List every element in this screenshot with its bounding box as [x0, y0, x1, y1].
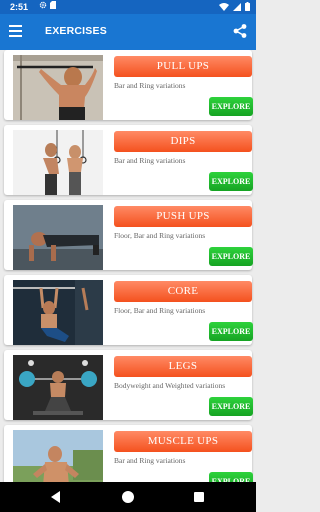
exercise-subtitle: Bodyweight and Weighted variations	[114, 381, 226, 390]
muscle-ups-image	[13, 430, 103, 482]
exercise-subtitle: Bar and Ring variations	[114, 456, 186, 465]
push-ups-image	[13, 205, 103, 270]
exercise-title: LEGS	[114, 356, 252, 377]
pull-ups-image	[13, 55, 103, 120]
explore-button[interactable]: EXPLORE	[209, 172, 253, 191]
exercise-card-core[interactable]: CORE Floor, Bar and Ring variations EXPL…	[4, 275, 253, 345]
explore-button[interactable]: EXPLORE	[209, 247, 253, 266]
exercise-card-legs[interactable]: LEGS Bodyweight and Weighted variations …	[4, 350, 253, 420]
signal-icon	[233, 2, 241, 11]
status-bar: 2:51	[0, 0, 256, 14]
exercise-card-muscle-ups[interactable]: MUSCLE UPS Bar and Ring variations EXPLO…	[4, 425, 253, 482]
app-bar: EXERCISES	[0, 14, 256, 50]
exercise-card-dips[interactable]: DIPS Bar and Ring variations EXPLORE	[4, 125, 253, 195]
system-nav-bar	[0, 482, 256, 512]
dips-image	[13, 130, 103, 195]
back-icon[interactable]	[51, 491, 60, 503]
exercise-title: DIPS	[114, 131, 252, 152]
exercise-subtitle: Floor, Bar and Ring variations	[114, 306, 206, 315]
recents-icon[interactable]	[194, 492, 204, 502]
exercise-card-push-ups[interactable]: PUSH UPS Floor, Bar and Ring variations …	[4, 200, 253, 270]
sim-card-icon	[50, 1, 56, 9]
page-title: EXERCISES	[45, 25, 107, 37]
wifi-icon	[219, 2, 229, 11]
exercise-title: PUSH UPS	[114, 206, 252, 227]
exercise-title: MUSCLE UPS	[114, 431, 252, 452]
exercise-title: CORE	[114, 281, 252, 302]
home-icon[interactable]	[122, 491, 134, 503]
exercise-subtitle: Bar and Ring variations	[114, 156, 186, 165]
explore-button[interactable]: EXPLORE	[209, 322, 253, 341]
share-icon[interactable]	[232, 23, 248, 39]
battery-icon	[245, 2, 250, 11]
settings-icon	[39, 1, 47, 9]
exercise-subtitle: Floor, Bar and Ring variations	[114, 231, 206, 240]
core-image	[13, 280, 103, 345]
exercise-title: PULL UPS	[114, 56, 252, 77]
exercise-list[interactable]: PULL UPS Bar and Ring variations EXPLORE…	[0, 50, 256, 482]
explore-button[interactable]: EXPLORE	[209, 472, 253, 482]
legs-image	[13, 355, 103, 420]
explore-button[interactable]: EXPLORE	[209, 97, 253, 116]
explore-button[interactable]: EXPLORE	[209, 397, 253, 416]
exercise-card-pull-ups[interactable]: PULL UPS Bar and Ring variations EXPLORE	[4, 50, 253, 120]
menu-icon[interactable]	[9, 25, 25, 39]
status-time: 2:51	[10, 2, 29, 12]
exercise-subtitle: Bar and Ring variations	[114, 81, 186, 90]
